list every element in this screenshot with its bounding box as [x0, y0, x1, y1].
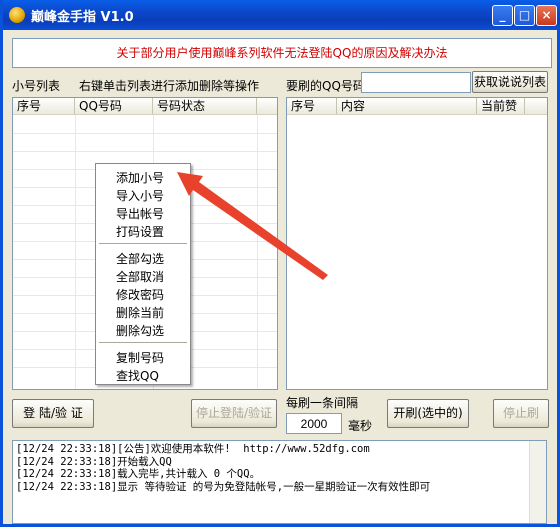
- minimize-icon[interactable]: _: [492, 5, 513, 26]
- title-bar[interactable]: 巅峰金手指 V1.0 _ □ ×: [3, 0, 560, 30]
- log-output[interactable]: [12/24 22:33:18][公告]欢迎使用本软件! http://www.…: [12, 440, 547, 524]
- interval-label: 每刷一条间隔: [286, 396, 359, 410]
- menu-item-copy-number[interactable]: 复制号码: [116, 349, 164, 366]
- menu-item-delete-current[interactable]: 删除当前: [116, 304, 164, 321]
- log-line: [12/24 22:33:18]载入完毕,共计载入 0 个QQ。: [16, 468, 261, 480]
- stop-login-button[interactable]: 停止登陆/验证: [191, 399, 277, 428]
- menu-item-check-all[interactable]: 全部勾选: [116, 250, 164, 267]
- col-header-likes[interactable]: 当前赞: [477, 98, 525, 115]
- target-qq-input[interactable]: [361, 72, 471, 93]
- log-line: [12/24 22:33:18]显示 等待验证 的号为免登陆帐号,一般一星期验证…: [16, 480, 431, 493]
- col-header-index[interactable]: 序号: [13, 98, 75, 115]
- interval-input[interactable]: [286, 413, 342, 434]
- app-icon: [9, 7, 25, 23]
- menu-item-add-account[interactable]: 添加小号: [116, 169, 164, 186]
- arrow-annotation-icon: [177, 172, 328, 280]
- grid-row-line: [13, 133, 277, 134]
- start-selected-button[interactable]: 开刷(选中的): [387, 399, 469, 428]
- main-window: 巅峰金手指 V1.0 _ □ × 关于部分用户使用巅峰系列软件无法登陆QQ的原因…: [0, 0, 560, 527]
- fetch-list-button[interactable]: 获取说说列表: [472, 71, 548, 93]
- window-title: 巅峰金手指 V1.0: [31, 10, 134, 25]
- menu-item-import-accounts[interactable]: 导入小号: [116, 187, 164, 204]
- maximize-icon[interactable]: □: [514, 5, 535, 26]
- menu-item-export-accounts[interactable]: 导出帐号: [116, 205, 164, 222]
- menu-item-change-password[interactable]: 修改密码: [116, 286, 164, 303]
- log-scrollbar[interactable]: [529, 441, 546, 523]
- log-line: [12/24 22:33:18][公告]欢迎使用本软件! http://www.…: [16, 443, 370, 455]
- col-header-index[interactable]: 序号: [287, 98, 337, 115]
- menu-separator: [99, 342, 187, 343]
- menu-item-delete-checked[interactable]: 删除勾选: [116, 322, 164, 339]
- menu-item-find-qq[interactable]: 查找QQ: [116, 367, 159, 384]
- menu-item-uncheck-all[interactable]: 全部取消: [116, 268, 164, 285]
- log-line: [12/24 22:33:18]开始载入QQ: [16, 455, 172, 468]
- stop-button[interactable]: 停止刷: [493, 399, 549, 428]
- login-verify-button[interactable]: 登 陆/验 证: [12, 399, 94, 428]
- close-icon[interactable]: ×: [536, 5, 557, 26]
- col-header-filler: [257, 98, 277, 115]
- menu-item-captcha-settings[interactable]: 打码设置: [116, 223, 164, 240]
- grid-col-line: [75, 115, 76, 389]
- col-header-content[interactable]: 内容: [337, 98, 477, 115]
- col-header-qq[interactable]: QQ号码: [75, 98, 153, 115]
- col-header-filler: [525, 98, 547, 115]
- grid-row-line: [13, 151, 277, 152]
- account-list-label: 小号列表: [12, 79, 61, 93]
- col-header-status[interactable]: 号码状态: [153, 98, 257, 115]
- interval-unit: 毫秒: [348, 419, 373, 433]
- account-list-hint: 右键单击列表进行添加删除等操作: [79, 79, 260, 93]
- target-qq-label: 要刷的QQ号码: [286, 79, 365, 93]
- notice-link[interactable]: 关于部分用户使用巅峰系列软件无法登陆QQ的原因及解决办法: [12, 38, 552, 68]
